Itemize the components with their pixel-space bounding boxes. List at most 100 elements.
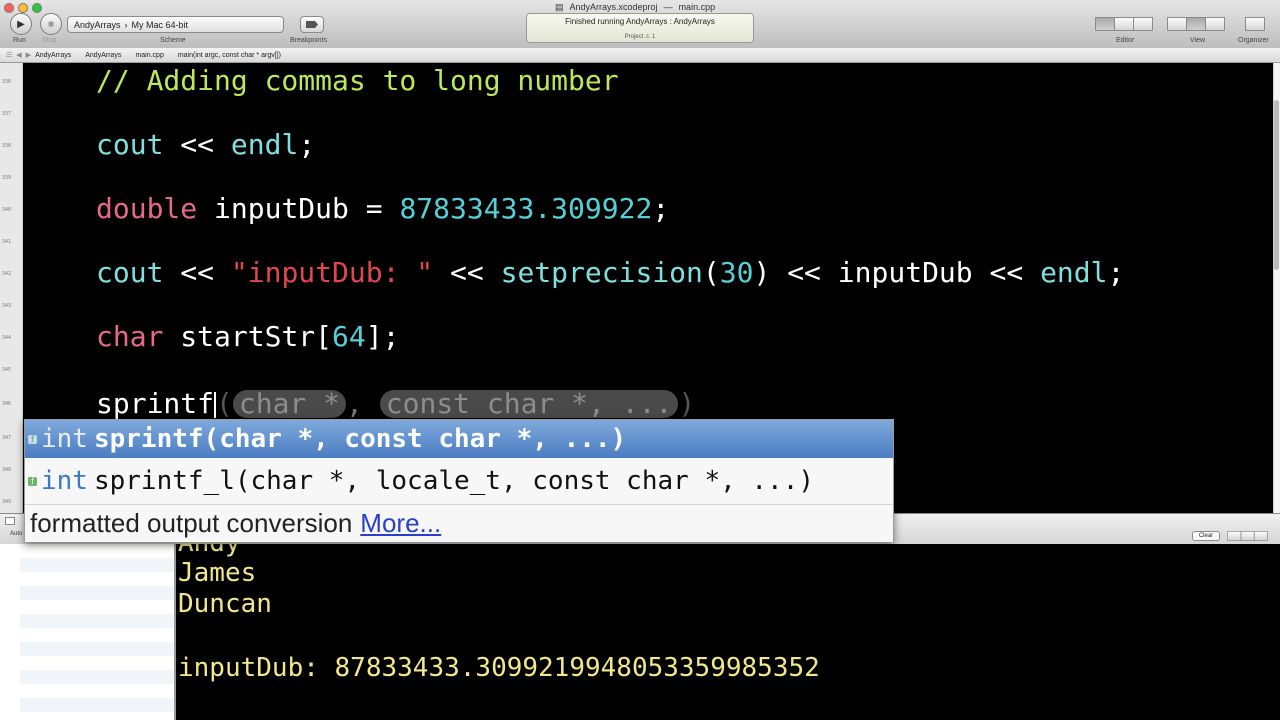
breakpoints-button[interactable] (300, 16, 324, 33)
both-views-button[interactable] (1240, 531, 1255, 541)
completion-description-text: formatted output conversion (30, 508, 353, 538)
line-number: 339 (2, 175, 12, 181)
code-line-double-decl[interactable]: double inputDub = 87833433.309922; (96, 193, 669, 225)
forward-arrow-icon[interactable]: ▶ (26, 51, 31, 59)
comment-text: // Adding commas to long number (96, 64, 619, 97)
sprintf-token: sprintf (96, 387, 215, 420)
minimize-window-button[interactable] (18, 3, 28, 13)
variables-scope-popup[interactable]: Auto (10, 531, 22, 537)
breadcrumb-function[interactable]: main(int argc, const char * argv[]) (178, 52, 281, 59)
stop-icon: ■ (47, 18, 55, 30)
console-view-button[interactable] (1253, 531, 1268, 541)
line-number: 346 (2, 401, 12, 407)
line-number: 337 (2, 111, 12, 117)
scheme-label: Scheme (160, 37, 186, 44)
breakpoints-label: Breakpoints (290, 37, 327, 44)
zoom-window-button[interactable] (32, 3, 42, 13)
standard-editor-button[interactable] (1095, 17, 1115, 31)
variables-view[interactable] (0, 544, 174, 720)
back-arrow-icon[interactable]: ◀ (16, 51, 21, 59)
completion-item-sprintf-l[interactable]: ƒ int sprintf_l(char *, locale_t, const … (25, 462, 893, 500)
line-number: 347 (2, 435, 12, 441)
stop-label: Stop (42, 37, 57, 44)
code-line-cout-setprecision[interactable]: cout << "inputDub: " << setprecision(30)… (96, 257, 1124, 289)
operator-token: << (972, 256, 1041, 289)
code-line-comment[interactable]: // Adding commas to long number (96, 65, 619, 97)
semicolon-token: ; (1107, 256, 1125, 289)
number-literal: 87833433.309922 (399, 192, 653, 225)
version-editor-button[interactable] (1133, 17, 1153, 31)
identifier-token: inputDub = (197, 192, 400, 225)
bracket-token: ]; (365, 320, 400, 353)
editor-scrollbar-thumb[interactable] (1274, 100, 1279, 270)
operator-token: << (163, 128, 231, 161)
window-title-file: main.cpp (678, 2, 716, 12)
number-literal: 64 (332, 320, 366, 353)
hide-debug-area-button[interactable] (5, 517, 15, 525)
line-number-gutter[interactable]: 336 337 338 339 340 341 342 343 344 345 … (0, 63, 23, 513)
debug-view-segmented-control[interactable] (1227, 531, 1268, 541)
jump-bar: ☰ ◀ ▶ AndyArrays AndyArrays main.cpp mai… (0, 48, 1280, 63)
line-number: 338 (2, 143, 12, 149)
argument-placeholder[interactable]: const char *, ... (379, 390, 679, 418)
paren-token: ) (753, 256, 771, 289)
activity-status: Finished running AndyArrays : AndyArrays (565, 17, 715, 26)
code-completion-popup: ƒ int sprintf(char *, const char *, ...)… (24, 419, 894, 542)
organizer-button[interactable] (1245, 17, 1265, 31)
view-segmented-control[interactable] (1167, 17, 1225, 31)
window-title: ▤ AndyArrays.xcodeproj — main.cpp (555, 2, 715, 13)
variables-row-stripe (20, 670, 174, 684)
play-icon: ▶ (17, 18, 25, 30)
code-line-sprintf[interactable]: sprintf(char *, const char *, ...) (96, 388, 695, 420)
double-keyword: double (96, 192, 198, 225)
breakpoint-arrow-icon (306, 21, 318, 28)
function-kind-icon: ƒ (28, 434, 37, 444)
organizer-label: Organizer (1238, 37, 1269, 44)
scheme-popup[interactable]: AndyArrays › My Mac 64-bit (67, 16, 284, 33)
navigator-toggle-button[interactable] (1167, 17, 1187, 31)
window-title-project: AndyArrays.xcodeproj (569, 2, 658, 12)
completion-item-sprintf[interactable]: ƒ int sprintf(char *, const char *, ...) (25, 420, 893, 458)
line-number: 340 (2, 207, 12, 213)
line-number: 344 (2, 335, 12, 341)
code-line-cout-endl[interactable]: cout << endl; (96, 129, 315, 161)
editor-segmented-control[interactable] (1095, 17, 1153, 31)
breadcrumb-project[interactable]: AndyArrays (35, 52, 71, 59)
completion-signature: sprintf(char *, const char *, ...) (93, 424, 627, 454)
console-output[interactable]: Andy James Duncan inputDub: 87833433.309… (176, 528, 1280, 720)
completion-return-type: int (41, 424, 88, 454)
operator-token: << (163, 256, 231, 289)
stop-button[interactable]: ■ (40, 13, 62, 35)
clear-console-button[interactable]: Clear (1192, 531, 1220, 541)
paren-token: ( (216, 387, 233, 420)
project-file-icon: ▤ (555, 2, 564, 12)
endl-token: endl (1040, 256, 1108, 289)
variables-view-button[interactable] (1227, 531, 1242, 541)
activity-project-warnings[interactable]: Project ⚠ 1 (527, 33, 753, 40)
semicolon-token: ; (298, 128, 316, 161)
setprecision-token: setprecision (500, 256, 703, 289)
variables-row-stripe (20, 642, 174, 656)
paren-token: ( (702, 256, 720, 289)
debug-area-toggle-button[interactable] (1186, 17, 1206, 31)
assistant-editor-button[interactable] (1114, 17, 1134, 31)
window-title-dash: — (663, 2, 673, 12)
argument-placeholder[interactable]: char * (232, 390, 347, 418)
more-documentation-link[interactable]: More... (360, 508, 441, 539)
line-number: 336 (2, 79, 12, 85)
run-button[interactable]: ▶ (10, 13, 32, 35)
endl-token: endl (230, 128, 299, 161)
function-kind-icon: ƒ (28, 476, 37, 486)
char-keyword: char (96, 320, 164, 353)
related-items-icon[interactable]: ☰ (6, 51, 12, 59)
breadcrumb-file[interactable]: main.cpp (135, 52, 163, 59)
code-line-char-array[interactable]: char startStr[64]; (96, 321, 399, 353)
breadcrumb-group[interactable]: AndyArrays (85, 52, 121, 59)
toolbar: ▶ Run ■ Stop AndyArrays › My Mac 64-bit … (0, 0, 1280, 49)
variables-row-stripe (20, 698, 174, 712)
close-window-button[interactable] (4, 3, 14, 13)
completion-signature: sprintf_l(char *, locale_t, const char *… (93, 466, 815, 496)
utilities-toggle-button[interactable] (1205, 17, 1225, 31)
completion-return-type: int (41, 466, 88, 496)
line-number: 341 (2, 239, 12, 245)
